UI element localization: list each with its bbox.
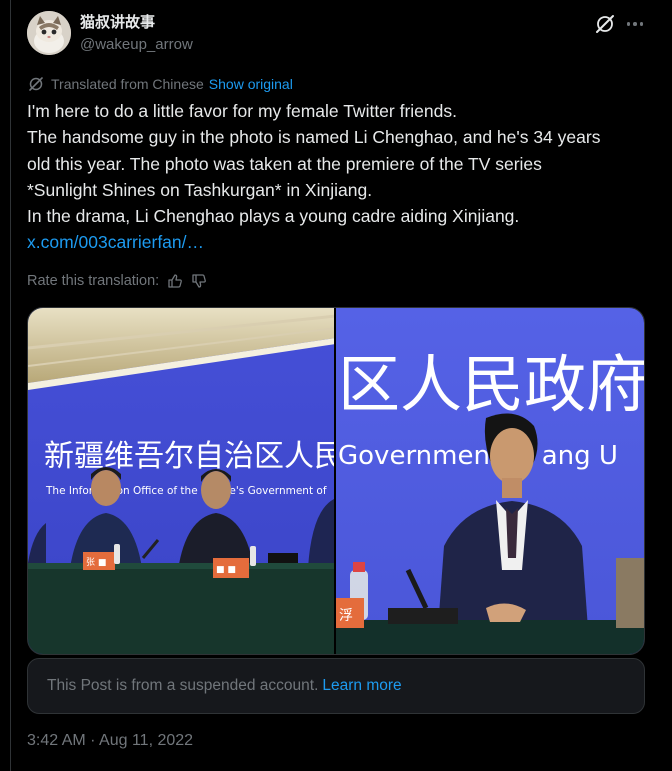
media-gallery: 新疆维吾尔自治区人民 The Information Office of the… <box>27 307 645 655</box>
tweet-text-line: The handsome guy in the photo is named L… <box>27 127 601 148</box>
tweet-text-line: In the drama, Li Chenghao plays a young … <box>27 206 520 227</box>
more-dot <box>639 22 644 26</box>
banner-chinese-large: 区人民政府 <box>338 348 644 421</box>
suspended-account-notice: This Post is from a suspended account. L… <box>27 658 645 714</box>
notice-text: This Post is from a suspended account. <box>47 677 319 694</box>
more-options-button[interactable] <box>624 13 646 35</box>
author-handle[interactable]: @wakeup_arrow <box>80 35 193 55</box>
grok-button[interactable] <box>594 13 616 35</box>
nameplate-1: 张 ■ <box>86 557 106 568</box>
translate-icon <box>29 77 43 91</box>
translation-row: Translated from Chinese Show original <box>27 74 293 94</box>
rate-translation-label: Rate this translation: <box>27 273 160 289</box>
press-conference-image: 新疆维吾尔自治区人民 The Information Office of the… <box>28 308 336 654</box>
more-dots-icon <box>626 22 631 26</box>
learn-more-link[interactable]: Learn more <box>322 677 401 695</box>
tweet-text-line: I'm here to do a little favor for my fem… <box>27 101 457 121</box>
rate-translation-row: Rate this translation: <box>27 270 207 292</box>
avatar[interactable] <box>27 11 71 55</box>
banner-english-large: Government of ang U <box>338 441 618 471</box>
tweet-text-line: *Sunlight Shines on Tashkurgan* in Xinji… <box>27 179 373 200</box>
tweet-text: I'm here to do a little favor for my fem… <box>27 98 652 256</box>
nameplate-closeup: 浮 <box>339 608 353 624</box>
photo-press-conference-wide[interactable]: 新疆维吾尔自治区人民 The Information Office of the… <box>28 308 336 654</box>
translated-label: Translated from Chinese <box>51 76 204 92</box>
author-display-name[interactable]: 猫叔讲故事 <box>80 12 155 32</box>
photo-press-conference-closeup[interactable]: 区人民政府 Government of ang U 浮 <box>336 308 644 654</box>
thumbs-down-icon[interactable] <box>191 273 207 289</box>
tweet-text-line: old this year. The photo was taken at th… <box>27 153 542 174</box>
closeup-portrait-image: 区人民政府 Government of ang U 浮 <box>336 308 644 654</box>
banner-english: The Information Office of the People's G… <box>45 485 327 497</box>
thumbs-up-icon[interactable] <box>167 273 183 289</box>
nameplate-2: ■ ■ <box>216 565 236 575</box>
cat-avatar-icon <box>27 11 71 55</box>
grok-icon <box>596 15 614 33</box>
post-timestamp[interactable]: 3:42 AM · Aug 11, 2022 <box>27 732 193 750</box>
more-dot <box>633 22 637 26</box>
banner-chinese: 新疆维吾尔自治区人民 <box>44 439 336 474</box>
show-original-link[interactable]: Show original <box>209 76 293 92</box>
tweet-link[interactable]: x.com/003carrierfan/… <box>27 229 652 255</box>
